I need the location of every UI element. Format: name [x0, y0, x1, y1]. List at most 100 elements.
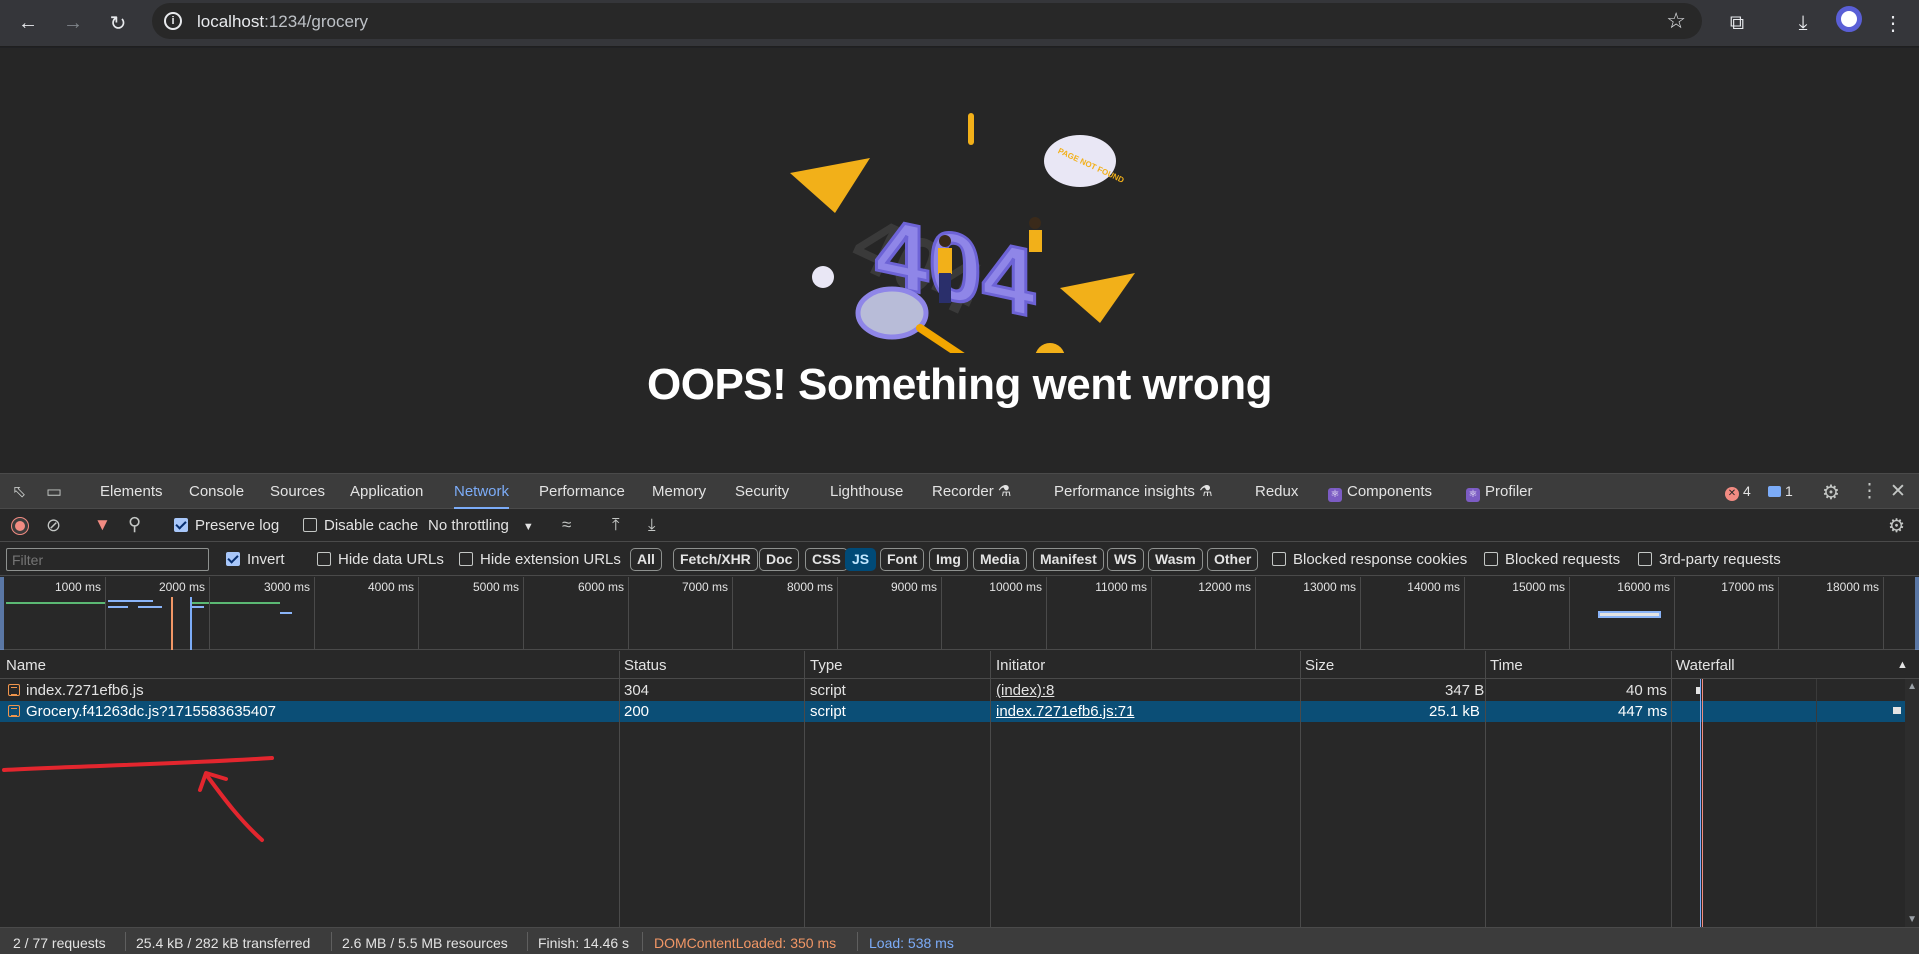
overview-tick-label: 15000 ms — [1512, 580, 1565, 594]
extensions-icon[interactable]: ⧉ — [1720, 6, 1754, 40]
blocked-requests-checkbox[interactable]: Blocked requests — [1484, 551, 1620, 568]
tab-memory[interactable]: Memory — [652, 474, 706, 509]
requests-table: Name Status Type Initiator Size Time Wat… — [0, 651, 1919, 927]
disable-cache-checkbox[interactable]: Disable cache — [303, 517, 418, 534]
initiator-link[interactable]: index.7271efb6.js:71 — [996, 703, 1134, 720]
table-row-selected[interactable]: Grocery.f41263dc.js?1715583635407 200 sc… — [0, 701, 1905, 722]
type-filter-doc[interactable]: Doc — [759, 548, 800, 571]
page-viewport: 404 404 PAGE NOT FOUND OOPS! Something w… — [0, 48, 1919, 473]
blocked-response-cookies-checkbox[interactable]: Blocked response cookies — [1272, 551, 1467, 568]
tab-application[interactable]: Application — [350, 474, 423, 509]
overview-tick-label: 17000 ms — [1721, 580, 1774, 594]
scroll-down-icon[interactable]: ▼ — [1907, 914, 1917, 925]
type-filter-img[interactable]: Img — [929, 548, 968, 571]
overview-gridline — [628, 577, 629, 650]
overview-gridline — [941, 577, 942, 650]
type-filter-js[interactable]: JS — [845, 548, 877, 571]
overview-gridline — [1883, 577, 1884, 650]
site-info-icon[interactable]: i — [164, 12, 182, 30]
tab-performance[interactable]: Performance — [539, 474, 625, 509]
404-illustration: 404 404 PAGE NOT FOUND — [790, 113, 1135, 353]
invert-checkbox[interactable]: Invert — [226, 551, 285, 568]
type-filter-manifest[interactable]: Manifest — [1033, 548, 1104, 571]
waterfall-bar — [1893, 707, 1901, 714]
issues-counter[interactable]: 1 — [1768, 474, 1793, 509]
type-filter-ws[interactable]: WS — [1107, 548, 1144, 571]
network-overview-timeline[interactable]: 1000 ms 2000 ms 3000 ms 4000 ms 5000 ms 6000 … — [0, 577, 1919, 650]
type-filter-wasm[interactable]: Wasm — [1148, 548, 1203, 571]
devtools-menu-icon[interactable]: ⋮ — [1860, 480, 1879, 503]
search-icon[interactable]: ⚲ — [128, 514, 141, 535]
overview-tick-label: 9000 ms — [890, 580, 937, 594]
throttling-select[interactable]: No throttling ▼ — [428, 517, 534, 534]
tab-recorder[interactable]: Recorder ⚗ — [932, 474, 1011, 509]
close-icon[interactable]: ✕ — [1890, 480, 1906, 503]
type-filter-other[interactable]: Other — [1207, 548, 1259, 571]
tab-performance-insights[interactable]: Performance insights ⚗ — [1054, 474, 1213, 509]
overview-left-handle[interactable] — [0, 577, 4, 650]
forward-icon[interactable]: → — [55, 5, 91, 41]
dom-content-loaded-marker — [171, 597, 173, 650]
type-filter-font[interactable]: Font — [880, 548, 925, 571]
tab-security[interactable]: Security — [735, 474, 789, 509]
preserve-log-checkbox[interactable]: Preserve log — [174, 517, 279, 534]
tab-redux[interactable]: Redux — [1255, 474, 1298, 509]
table-row[interactable]: index.7271efb6.js 304 script (index):8 3… — [0, 680, 1905, 701]
scroll-up-icon[interactable]: ▲ — [1907, 681, 1917, 692]
person-figure — [1029, 217, 1041, 229]
column-header-name[interactable]: Name — [6, 657, 46, 674]
type-filter-media[interactable]: Media — [973, 548, 1027, 571]
tab-elements[interactable]: Elements — [100, 474, 163, 509]
overview-tick-label: 6000 ms — [577, 580, 624, 594]
address-bar[interactable]: i localhost:1234/grocery ☆ — [152, 3, 1702, 39]
network-settings-gear-icon[interactable]: ⚙ — [1888, 515, 1905, 538]
tab-sources[interactable]: Sources — [270, 474, 325, 509]
filter-input[interactable] — [6, 548, 209, 571]
profile-avatar[interactable] — [1836, 6, 1862, 32]
overview-gridline — [1674, 577, 1675, 650]
column-header-initiator[interactable]: Initiator — [996, 657, 1045, 674]
tab-network[interactable]: Network — [454, 474, 510, 509]
third-party-requests-checkbox[interactable]: 3rd-party requests — [1638, 551, 1781, 568]
device-toolbar-icon[interactable]: ▭ — [46, 482, 62, 502]
error-counter[interactable]: ✕ 4 — [1725, 474, 1751, 509]
url-text[interactable]: localhost:1234/grocery — [197, 12, 368, 32]
bookmark-star-icon[interactable]: ☆ — [1666, 8, 1686, 34]
menu-kebab-icon[interactable]: ⋮ — [1876, 6, 1910, 40]
tab-profiler[interactable]: ⚛ Profiler — [1466, 474, 1533, 509]
settings-gear-icon[interactable]: ⚙ — [1822, 480, 1840, 505]
hide-data-urls-checkbox[interactable]: Hide data URLs — [317, 551, 444, 568]
browser-toolbar: ← → ↻ i localhost:1234/grocery ☆ ⧉ ⤓ ⋮ — [0, 0, 1919, 47]
type-filter-all[interactable]: All — [630, 548, 662, 571]
type-filter-css[interactable]: CSS — [805, 548, 848, 571]
clear-icon[interactable]: ⊘ — [46, 515, 61, 536]
column-header-time[interactable]: Time — [1490, 657, 1523, 674]
network-status-bar: 2 / 77 requests 25.4 kB / 282 kB transfe… — [0, 927, 1919, 954]
column-header-size[interactable]: Size — [1305, 657, 1334, 674]
resources-size: 2.6 MB / 5.5 MB resources — [342, 935, 508, 951]
back-icon[interactable]: ← — [10, 5, 46, 41]
download-icon[interactable]: ⤓ — [1786, 6, 1820, 40]
hide-extension-urls-checkbox[interactable]: Hide extension URLs — [459, 551, 621, 568]
inspect-element-icon[interactable]: ⬁ — [12, 482, 26, 502]
export-har-icon[interactable]: ⤓ — [648, 515, 656, 535]
overview-gridline — [105, 577, 106, 650]
reload-icon[interactable]: ↻ — [100, 5, 136, 41]
sort-up-icon[interactable]: ▲ — [1897, 659, 1908, 671]
column-header-waterfall[interactable]: Waterfall — [1676, 657, 1735, 674]
import-har-icon[interactable]: ⤒ — [612, 515, 620, 535]
network-conditions-icon[interactable]: ≈ — [562, 515, 571, 535]
requests-count: 2 / 77 requests — [13, 935, 106, 951]
waterfall-scrollbar[interactable]: ▲ ▼ — [1905, 679, 1919, 927]
initiator-link[interactable]: (index):8 — [996, 682, 1054, 699]
tab-components[interactable]: ⚛ Components — [1328, 474, 1432, 509]
tab-lighthouse[interactable]: Lighthouse — [830, 474, 903, 509]
tab-console[interactable]: Console — [189, 474, 244, 509]
column-header-type[interactable]: Type — [810, 657, 843, 674]
overview-bar — [1598, 611, 1661, 618]
record-stop-icon[interactable] — [12, 518, 28, 534]
column-header-status[interactable]: Status — [624, 657, 667, 674]
overview-right-handle[interactable] — [1915, 577, 1919, 650]
filter-funnel-icon[interactable]: ▼ — [94, 515, 111, 535]
type-filter-fetch-xhr[interactable]: Fetch/XHR — [673, 548, 758, 571]
